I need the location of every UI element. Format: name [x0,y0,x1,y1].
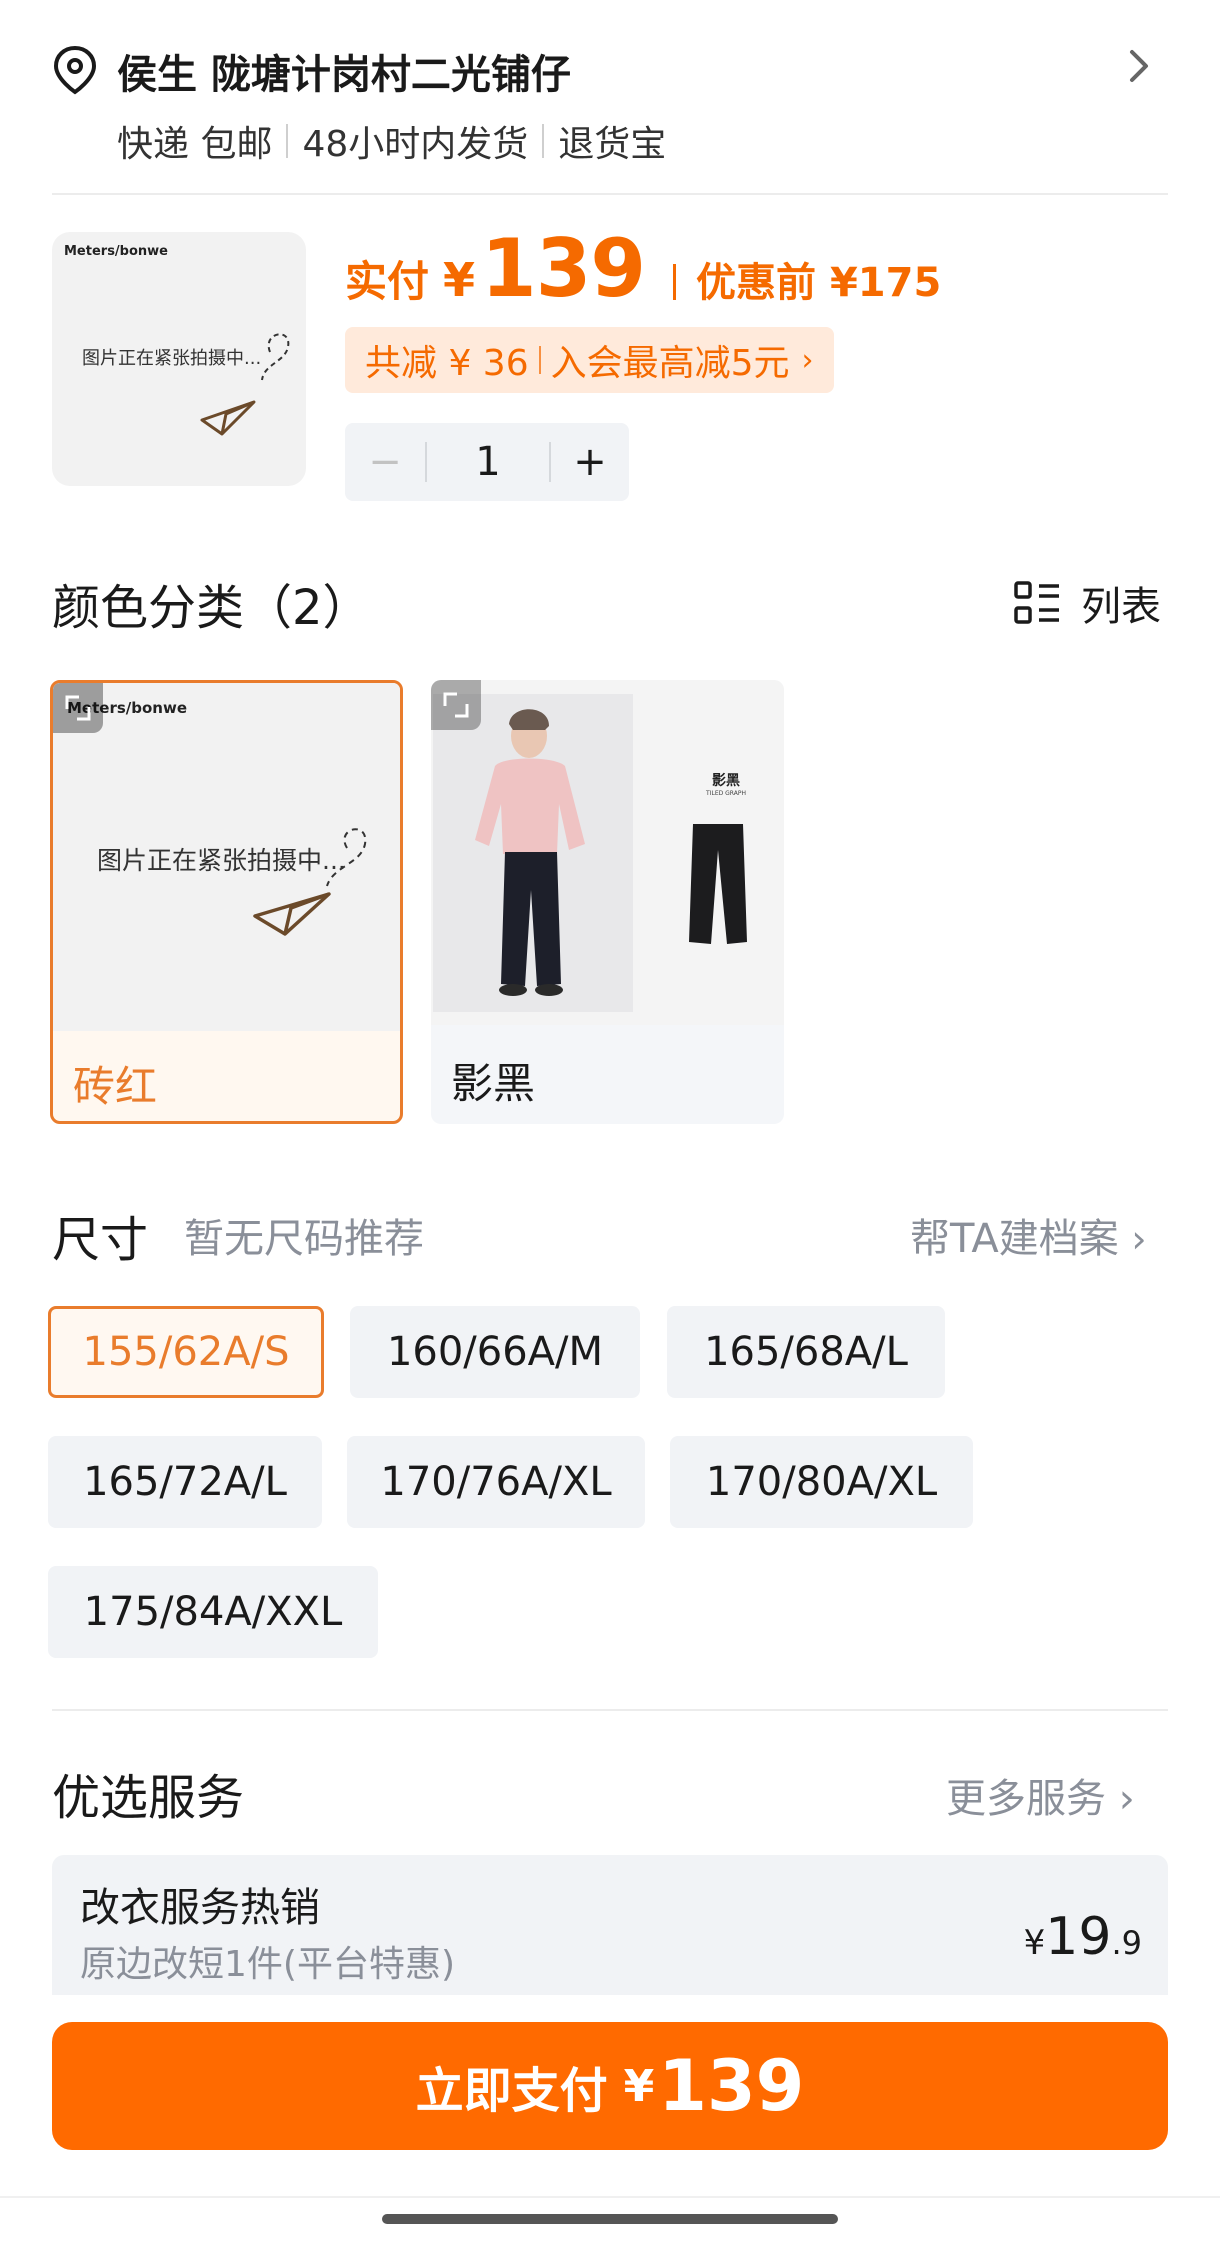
more-services-label: 更多服务 [946,1776,1106,1822]
tag-subtitle: TILED GRAPH [706,790,746,797]
size-option[interactable]: 165/72A/L [48,1436,322,1528]
size-option[interactable]: 165/68A/L [667,1306,945,1398]
address-recipient[interactable]: 侯生 陇塘计岗村二光铺仔 [117,42,571,100]
color-option-label: 砖红 [73,1062,158,1111]
size-option[interactable]: 175/84A/XXL [48,1566,378,1658]
size-recommendation-hint: 暂无尺码推荐 [184,1216,424,1262]
chevron-right-icon: › [1118,1776,1135,1822]
color-option-label: 影黑 [451,1059,536,1108]
delivery-tag: 48小时内发货 [302,124,529,165]
color-option-brick-red[interactable]: Meters/bonwe 图片正在紧张拍摄中... 砖红 [50,680,403,1124]
list-label: 列表 [1081,584,1161,630]
size-option[interactable]: 170/80A/XL [670,1436,973,1528]
tag-separator [542,124,545,158]
size-section-title: 尺寸 [52,1212,149,1268]
member-discount: 入会最高减5元 [550,343,790,384]
currency-symbol: ¥ [623,2060,655,2112]
location-pin-icon [53,45,97,95]
create-profile-link[interactable]: 帮TA建档案 › [910,1206,1147,1264]
quantity-stepper: − 1 + [345,423,629,501]
more-services-link[interactable]: 更多服务 › [946,1766,1135,1824]
delivery-tag: 快递 包邮 [117,124,273,165]
expand-icon[interactable] [431,680,481,730]
paper-plane-icon [200,333,290,436]
chevron-right-icon: › [801,342,814,378]
paper-plane-icon [253,828,367,936]
chevron-right-icon: › [1131,1217,1147,1261]
product-thumbnail[interactable]: Meters/bonwe 图片正在紧张拍摄中... [52,232,306,486]
brand-logo: Meters/bonwe [64,244,168,259]
size-option[interactable]: 170/76A/XL [347,1436,645,1528]
list-icon [1014,581,1059,624]
delivery-tags: 快递 包邮 48小时内发货 退货宝 [117,115,666,167]
expand-icon[interactable] [53,683,103,733]
services-section-title: 优选服务 [52,1770,245,1826]
decrease-button[interactable]: − [345,439,425,485]
color-option-shadow-black[interactable]: 影黑 TILED GRAPH 影黑 [431,680,784,1124]
product-tag: 影黑 TILED GRAPH [681,770,771,797]
pants-image [689,824,747,944]
color-option-image: 影黑 TILED GRAPH [431,680,784,1025]
size-option[interactable]: 160/66A/M [350,1306,640,1398]
price-separator [673,264,677,300]
service-subtitle: 原边改短1件(平台特惠) [80,1944,455,1985]
price-integer: 19 [1045,1907,1112,1967]
delivery-tag: 退货宝 [558,124,667,165]
currency-symbol: ¥ [443,253,476,307]
divider [52,1709,1168,1711]
service-title: 改衣服务热销 [80,1885,320,1931]
create-profile-label: 帮TA建档案 [910,1216,1119,1262]
pay-amount: 139 [658,2045,805,2127]
size-option[interactable]: 155/62A/S [48,1306,324,1398]
chevron-right-icon[interactable] [1126,46,1152,86]
list-view-toggle[interactable]: 列表 [1013,574,1161,632]
color-option-image: Meters/bonwe 图片正在紧张拍摄中... [53,683,400,1031]
tag-separator [286,124,289,158]
currency-symbol: ¥ [1023,1923,1046,1963]
divider [0,2196,1220,2198]
model-photo [433,694,633,1012]
price-row: 实付 ¥ 139 优惠前 ¥175 [345,222,942,315]
service-price: ¥ 19 .9 [1024,1907,1142,1967]
pay-price: 139 [481,222,646,315]
divider [52,193,1168,195]
pay-now-label: 立即支付 [415,2063,608,2119]
price-decimal: .9 [1111,1924,1142,1962]
increase-button[interactable]: + [551,439,629,485]
quantity-value[interactable]: 1 [427,439,549,485]
pay-label: 实付 [345,257,430,306]
original-price: 优惠前 ¥175 [696,260,942,306]
discount-total: 共减 ¥ 36 [365,343,529,384]
discount-badge[interactable]: 共减 ¥ 36 入会最高减5元 › [345,327,834,393]
tag-title: 影黑 [712,773,740,789]
home-indicator[interactable] [382,2214,838,2224]
color-section-title: 颜色分类（2） [52,580,371,636]
pay-now-button[interactable]: 立即支付 ¥ 139 [52,2022,1168,2150]
service-card[interactable]: 改衣服务热销 原边改短1件(平台特惠) ¥ 19 .9 [52,1855,1168,1995]
discount-separator [538,346,541,374]
